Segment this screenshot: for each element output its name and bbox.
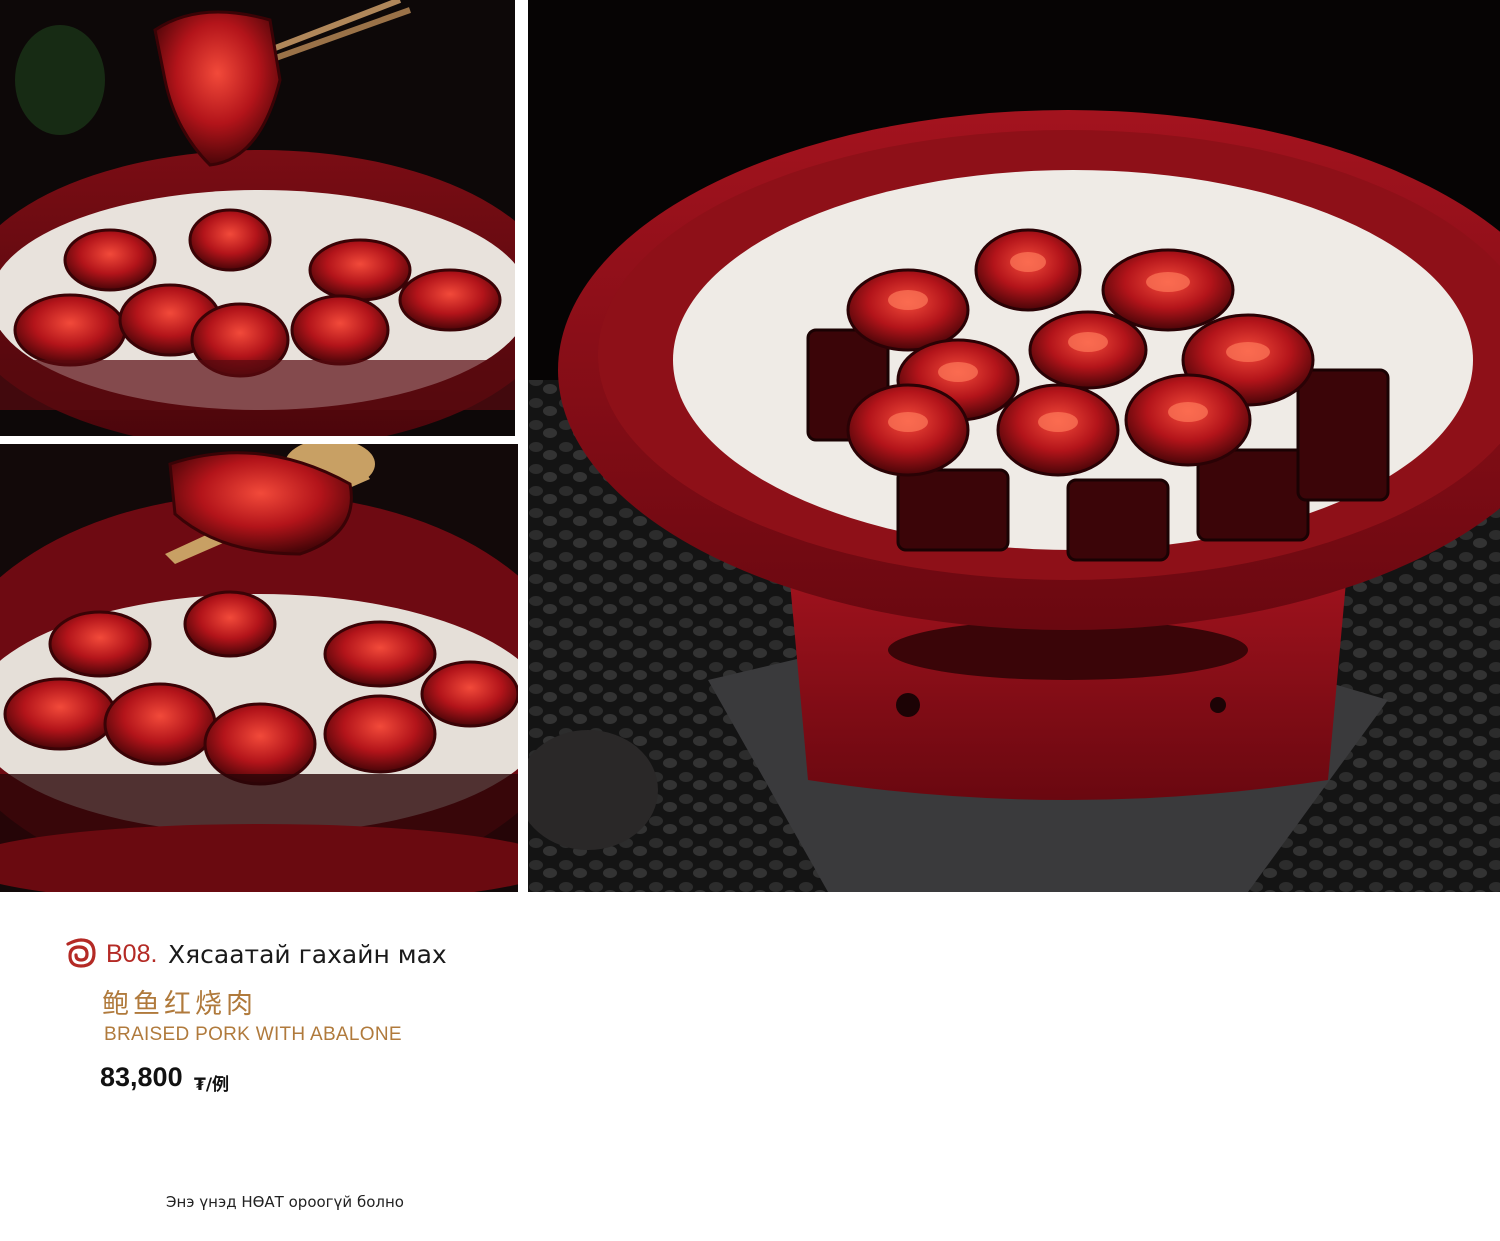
dish-name-english: BRAISED PORK WITH ABALONE: [104, 1024, 402, 1045]
dish-name-mongolian: Хясаатай гахайн мах: [168, 940, 447, 969]
dish-name-chinese: 鲍鱼红烧肉: [102, 989, 257, 1020]
photo-bowl-main-graphic: [528, 0, 1500, 892]
photo-fork: [0, 444, 518, 892]
photo-bowl-main: [528, 0, 1500, 892]
photo-fork-graphic: [0, 444, 518, 892]
dish-info: B08. Хясаатай гахайн мах 鲍鱼红烧肉 BRAISED P…: [60, 932, 760, 1102]
photo-chopsticks-graphic: [0, 0, 515, 436]
photo-chopsticks: [0, 0, 515, 436]
spiral-icon: [66, 938, 96, 968]
dish-price: 83,800: [100, 1062, 183, 1092]
vat-note: Энэ үнэд НӨАТ ороогүй болно: [166, 1193, 404, 1211]
dish-price-unit: ₮/例: [194, 1075, 230, 1095]
dish-code: B08.: [106, 940, 158, 968]
